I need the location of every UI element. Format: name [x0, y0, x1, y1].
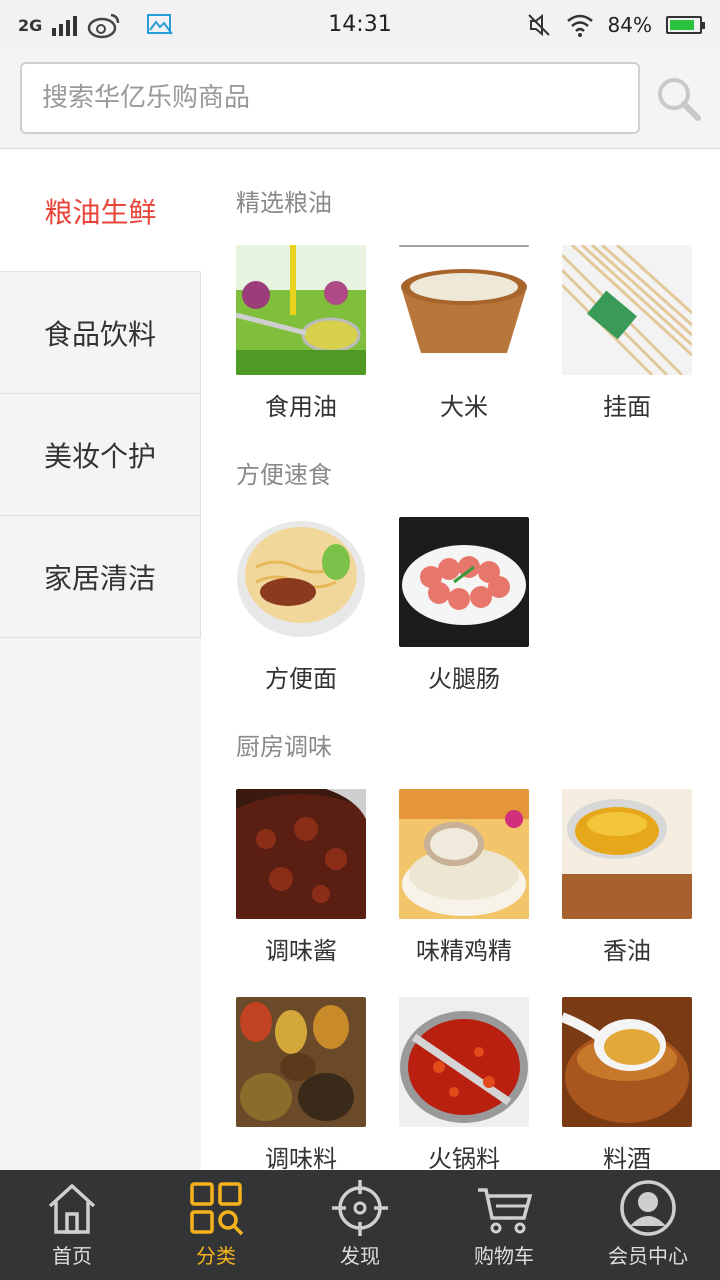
battery-icon	[666, 16, 705, 34]
msg-image	[399, 789, 529, 919]
product-label: 调味酱	[265, 937, 337, 965]
search-box	[20, 62, 640, 134]
product-item[interactable]: 方便面	[236, 517, 366, 694]
cart-icon	[478, 1188, 533, 1234]
product-label: 火锅料	[428, 1145, 500, 1170]
tab-label: 首页	[52, 1244, 92, 1268]
battery-percent: 84%	[607, 13, 652, 37]
instant-noodles-image	[236, 517, 366, 647]
product-label: 味精鸡精	[416, 937, 512, 965]
noodles-image	[562, 245, 692, 375]
category-icon	[190, 1182, 244, 1236]
tab-label: 发现	[340, 1244, 380, 1268]
sidebar-item-grain-oil-fresh[interactable]: 粮油生鲜	[0, 150, 201, 272]
user-icon	[620, 1180, 676, 1236]
battery-level	[670, 20, 694, 30]
spices-image	[236, 997, 366, 1127]
search-header	[0, 50, 720, 149]
search-input[interactable]	[22, 64, 638, 132]
mute-icon	[527, 13, 550, 37]
cooking-wine-image	[562, 997, 692, 1127]
section-title: 精选粮油	[236, 189, 332, 217]
product-label: 挂面	[603, 393, 651, 421]
tab-label: 会员中心	[608, 1244, 688, 1268]
product-item[interactable]: 火腿肠	[399, 517, 529, 694]
rice-image	[399, 245, 529, 375]
tab-label: 购物车	[474, 1244, 534, 1268]
category-content: 精选粮油 食用油 大米 挂面 方便速食 方便面 火腿肠 厨房调味 调味酱 味精鸡…	[201, 150, 720, 1170]
category-sidebar: 粮油生鲜 食品饮料 美妆个护 家居清洁	[0, 150, 201, 1170]
home-icon	[48, 1183, 96, 1234]
product-item[interactable]: 火锅料	[399, 997, 529, 1170]
sidebar-item-beauty-care[interactable]: 美妆个护	[0, 394, 201, 516]
product-label: 食用油	[265, 393, 337, 421]
product-label: 大米	[440, 393, 488, 421]
product-item[interactable]: 食用油	[236, 245, 366, 422]
search-icon[interactable]	[656, 76, 702, 122]
section-title: 方便速食	[236, 461, 332, 489]
discover-icon	[332, 1180, 388, 1236]
product-label: 香油	[603, 937, 651, 965]
product-item[interactable]: 挂面	[562, 245, 692, 422]
sidebar-item-home-cleaning[interactable]: 家居清洁	[0, 516, 201, 638]
tab-cart[interactable]: 购物车	[432, 1170, 576, 1280]
product-label: 调味料	[265, 1145, 337, 1170]
product-label: 方便面	[265, 665, 337, 693]
hotpot-image	[399, 997, 529, 1127]
sesame-oil-image	[562, 789, 692, 919]
product-label: 料酒	[603, 1145, 651, 1170]
tab-discover[interactable]: 发现	[288, 1170, 432, 1280]
section-title: 厨房调味	[236, 733, 332, 761]
sidebar-item-food-drinks[interactable]: 食品饮料	[0, 272, 201, 394]
ham-sausage-image	[399, 517, 529, 647]
product-label: 火腿肠	[428, 665, 500, 693]
oil-image	[236, 245, 366, 375]
status-bar: 2G 14:31 84%	[0, 0, 720, 50]
sauce-image	[236, 789, 366, 919]
product-item[interactable]: 调味料	[236, 997, 366, 1170]
product-item[interactable]: 料酒	[562, 997, 692, 1170]
tab-member-center[interactable]: 会员中心	[576, 1170, 720, 1280]
product-item[interactable]: 大米	[399, 245, 529, 422]
tab-home[interactable]: 首页	[0, 1170, 144, 1280]
wifi-icon	[566, 14, 593, 37]
bottom-tab-bar: 首页 分类 发现 购物车 会员中心	[0, 1170, 720, 1280]
tab-label: 分类	[196, 1244, 236, 1268]
product-item[interactable]: 味精鸡精	[399, 789, 529, 966]
tab-category[interactable]: 分类	[144, 1170, 288, 1280]
product-item[interactable]: 调味酱	[236, 789, 366, 966]
product-item[interactable]: 香油	[562, 789, 692, 966]
